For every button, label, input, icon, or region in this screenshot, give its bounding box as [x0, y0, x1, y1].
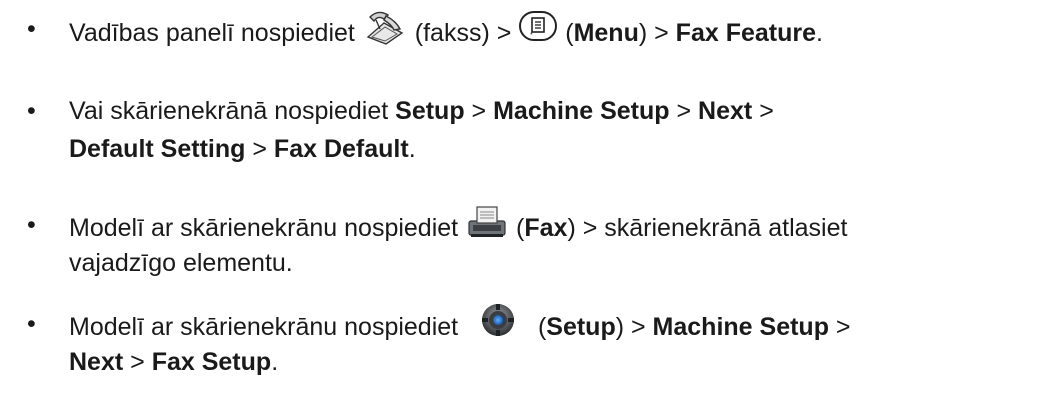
menu-label: Menu [573, 19, 639, 48]
fax-feature-label: Fax Feature [675, 19, 817, 48]
period: . [816, 19, 823, 48]
bullet: • [27, 211, 36, 239]
item-text: Modelī ar skārienekrānu nospiediet [69, 313, 459, 342]
separator: > [676, 97, 692, 125]
paren-open: ( [565, 19, 574, 48]
item-text: Vadības panelī nospiediet [69, 19, 355, 48]
separator: > [130, 348, 145, 376]
fax-default-label: Fax Default [273, 135, 409, 163]
setup-label: Setup [395, 97, 465, 125]
paren-close: ) > [615, 313, 646, 342]
period: . [271, 348, 279, 376]
fax-label: Fax [524, 214, 568, 243]
menu-button-icon: * [518, 10, 558, 53]
next-label: Next [698, 97, 753, 125]
icon-caption: (fakss) > [414, 19, 512, 48]
instruction-list: • Vadības panelī nospiediet (fakss) > * … [0, 0, 1062, 409]
next-label: Next [69, 348, 124, 376]
separator: > [252, 135, 267, 163]
period: . [408, 135, 416, 163]
paren-close: ) > [638, 19, 669, 48]
bullet: • [27, 310, 36, 338]
settings-gear-icon [480, 302, 516, 349]
fax-setup-label: Fax Setup [151, 348, 272, 376]
default-setting-label: Default Setting [69, 135, 246, 163]
bullet: • [27, 97, 36, 125]
item-text: Vai skārienekrānā nospiediet [69, 97, 389, 125]
separator: > [835, 313, 851, 342]
item-text-line2: vajadzīgo elementu. [69, 249, 293, 277]
separator: > [759, 97, 774, 125]
svg-text:*: * [530, 32, 533, 39]
machine-setup-label: Machine Setup [493, 97, 670, 125]
setup-label: Setup [546, 313, 616, 342]
machine-setup-label: Machine Setup [652, 313, 829, 342]
bullet: • [27, 15, 36, 43]
fax-handset-icon [362, 7, 408, 56]
separator: > [471, 97, 487, 125]
fax-machine-icon [465, 203, 509, 250]
item-text-rest: ) > skārienekrānā atlasiet [567, 214, 848, 243]
item-text: Modelī ar skārienekrānu nospiediet [69, 214, 459, 243]
